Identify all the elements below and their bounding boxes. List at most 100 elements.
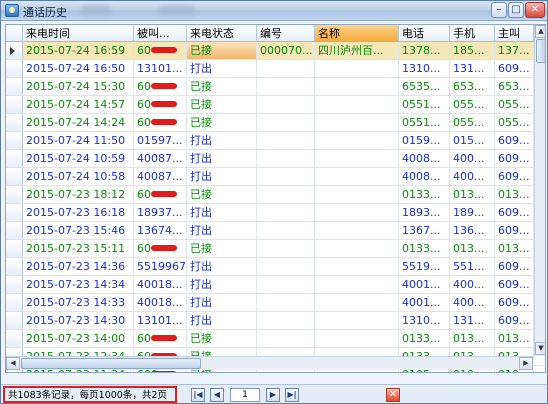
vertical-scrollbar[interactable]: ▲ ▼ bbox=[534, 25, 545, 356]
cell-called: 40087... bbox=[134, 168, 187, 185]
redaction-mark bbox=[151, 119, 177, 125]
table-row[interactable]: 2015-07-23 18:12 60 已接 0133... 013... 013... bbox=[6, 186, 545, 204]
cell-caller: 055... bbox=[495, 96, 534, 113]
cell-caller: 653... bbox=[495, 78, 534, 95]
row-header[interactable] bbox=[6, 204, 23, 221]
call-history-window: 通话历史 – □ ✕ 来电时间 被叫... 来电状态 编号 名称 电话 手机 主… bbox=[0, 0, 548, 404]
first-page-button[interactable]: |◀ bbox=[191, 388, 205, 402]
row-header[interactable] bbox=[6, 312, 23, 329]
cell-called: 13101... bbox=[134, 60, 187, 77]
cell-name: 四川泸州百... bbox=[315, 42, 399, 59]
horizontal-scroll-thumb[interactable] bbox=[21, 358, 201, 369]
vertical-scroll-thumb[interactable] bbox=[536, 39, 545, 63]
column-header-caller[interactable]: 主叫 bbox=[495, 25, 534, 42]
cell-mobile: 653... bbox=[450, 78, 495, 95]
cell-mobile: 400... bbox=[450, 294, 495, 311]
cell-called: 60 bbox=[134, 114, 187, 131]
cell-time: 2015-07-24 15:30 bbox=[23, 78, 134, 95]
row-header[interactable] bbox=[6, 186, 23, 203]
redaction-mark bbox=[151, 83, 177, 89]
cell-time: 2015-07-24 14:57 bbox=[23, 96, 134, 113]
cell-number bbox=[257, 186, 315, 203]
maximize-button[interactable]: □ bbox=[508, 2, 524, 18]
row-header[interactable] bbox=[6, 276, 23, 293]
cell-mobile: 131... bbox=[450, 312, 495, 329]
table-row[interactable]: 2015-07-24 10:59 40087... 打出 4008... 400... 6… bbox=[6, 150, 545, 168]
row-header[interactable] bbox=[6, 240, 23, 257]
column-header-phone[interactable]: 电话 bbox=[399, 25, 450, 42]
table-row[interactable]: 2015-07-23 15:11 60 已接 0133... 013... 013... bbox=[6, 240, 545, 258]
row-header[interactable] bbox=[6, 294, 23, 311]
table-row[interactable]: 2015-07-23 15:46 13674... 打出 1367... 136... 6… bbox=[6, 222, 545, 240]
table-row[interactable]: 2015-07-23 14:33 40018... 打出 4001... 400... 6… bbox=[6, 294, 545, 312]
table-row[interactable]: 2015-07-24 16:50 13101... 打出 1310... 131... 6… bbox=[6, 60, 545, 78]
title-bar[interactable]: 通话历史 – □ ✕ bbox=[1, 1, 547, 21]
window-title: 通话历史 bbox=[23, 6, 67, 19]
scroll-down-icon[interactable]: ▼ bbox=[535, 342, 545, 355]
page-number-input[interactable] bbox=[230, 388, 260, 402]
cell-status: 已接 bbox=[187, 78, 257, 95]
cell-caller: 609... bbox=[495, 258, 534, 275]
minimize-button[interactable]: – bbox=[491, 2, 507, 18]
close-window-button[interactable]: ✕ bbox=[525, 2, 545, 18]
cell-called: 60 bbox=[134, 186, 187, 203]
column-header-mobile[interactable]: 手机 bbox=[450, 25, 495, 42]
column-header-called[interactable]: 被叫... bbox=[134, 25, 187, 42]
column-header-status[interactable]: 来电状态 bbox=[187, 25, 257, 42]
called-number-text: 60 bbox=[137, 188, 151, 201]
cell-called: 13674... bbox=[134, 222, 187, 239]
scroll-left-icon[interactable]: ◀ bbox=[6, 357, 20, 370]
table-row[interactable]: 2015-07-23 14:30 13101... 打出 1310... 131... 6… bbox=[6, 312, 545, 330]
cell-number bbox=[257, 78, 315, 95]
row-header[interactable] bbox=[6, 114, 23, 131]
table-row[interactable]: 2015-07-24 14:24 60 已接 0551... 055... 055... bbox=[6, 114, 545, 132]
table-row[interactable]: 2015-07-24 10:58 40087... 打出 4008... 400... 6… bbox=[6, 168, 545, 186]
row-header[interactable] bbox=[6, 60, 23, 77]
called-number-text: 60 bbox=[137, 44, 151, 57]
cell-phone: 1310... bbox=[399, 60, 450, 77]
row-header[interactable] bbox=[6, 222, 23, 239]
cell-status: 打出 bbox=[187, 222, 257, 239]
table-row[interactable]: 2015-07-24 15:30 60 已接 6535... 653... 653... bbox=[6, 78, 545, 96]
scroll-right-icon[interactable]: ▶ bbox=[519, 357, 533, 370]
cell-status: 打出 bbox=[187, 294, 257, 311]
pager-bar: 共1083条记录，每页1000条，共2页 |◀ ◀ ▶ ▶| ✕ bbox=[1, 384, 547, 403]
horizontal-scrollbar[interactable]: ◀ ▶ bbox=[6, 356, 534, 370]
prev-page-button[interactable]: ◀ bbox=[210, 388, 224, 402]
call-history-grid[interactable]: 来电时间 被叫... 来电状态 编号 名称 电话 手机 主叫 2015-07-2… bbox=[5, 24, 546, 373]
cell-time: 2015-07-23 14:34 bbox=[23, 276, 134, 293]
table-row[interactable]: 2015-07-24 16:59 60 已接 000070... 四川泸州百... 137… bbox=[6, 42, 545, 60]
column-header-time[interactable]: 来电时间 bbox=[23, 25, 134, 42]
cell-caller: 609... bbox=[495, 204, 534, 221]
table-row[interactable]: 2015-07-23 14:34 40018... 打出 4001... 400... 6… bbox=[6, 276, 545, 294]
cell-mobile: 185... bbox=[450, 42, 495, 59]
last-page-button[interactable]: ▶| bbox=[285, 388, 299, 402]
cell-mobile: 551... bbox=[450, 258, 495, 275]
close-icon[interactable]: ✕ bbox=[386, 388, 400, 402]
cell-caller: 609... bbox=[495, 168, 534, 185]
table-row[interactable]: 2015-07-23 16:18 18937... 打出 1893... 189... 6… bbox=[6, 204, 545, 222]
cell-status: 打出 bbox=[187, 258, 257, 275]
row-header[interactable] bbox=[6, 330, 23, 347]
row-header[interactable] bbox=[6, 150, 23, 167]
cell-mobile: 013... bbox=[450, 330, 495, 347]
row-header[interactable] bbox=[6, 96, 23, 113]
row-header[interactable] bbox=[6, 258, 23, 275]
cell-called: 40018... bbox=[134, 276, 187, 293]
cell-mobile: 400... bbox=[450, 150, 495, 167]
row-header[interactable] bbox=[6, 42, 23, 59]
cell-number bbox=[257, 132, 315, 149]
row-header[interactable] bbox=[6, 78, 23, 95]
next-page-button[interactable]: ▶ bbox=[266, 388, 280, 402]
column-header-number[interactable]: 编号 bbox=[257, 25, 315, 42]
table-row[interactable]: 2015-07-23 14:00 60 已接 0133... 013... 013... bbox=[6, 330, 545, 348]
table-row[interactable]: 2015-07-24 14:57 60 已接 0551... 055... 055... bbox=[6, 96, 545, 114]
table-row[interactable]: 2015-07-23 14:3655199676打出 5519...551...6… bbox=[6, 258, 545, 276]
column-header-name[interactable]: 名称 bbox=[315, 25, 399, 42]
cell-called: 60 bbox=[134, 330, 187, 347]
scroll-up-icon[interactable]: ▲ bbox=[535, 25, 545, 38]
row-header[interactable] bbox=[6, 132, 23, 149]
cell-name bbox=[315, 240, 399, 257]
row-header[interactable] bbox=[6, 168, 23, 185]
table-row[interactable]: 2015-07-24 11:50 01597... 打出 0159... 015... 6… bbox=[6, 132, 545, 150]
